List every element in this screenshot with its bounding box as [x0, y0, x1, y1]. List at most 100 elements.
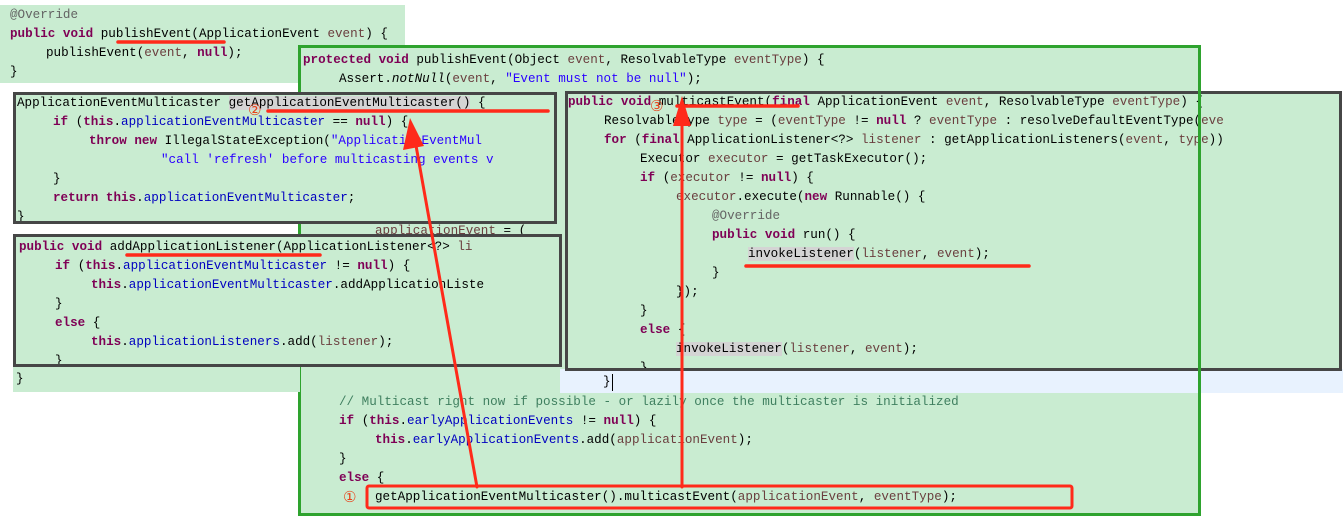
code-token: }: [19, 354, 63, 367]
code-token: applicationEventMulticaster: [128, 278, 333, 292]
code-token: publishEvent(Object: [416, 53, 568, 67]
code-token: executor: [670, 171, 731, 185]
step-marker-3: ③: [650, 97, 664, 115]
code-token: applicationEventMulticaster: [121, 115, 326, 129]
code-token: {: [92, 316, 101, 330]
code-line: if (this.applicationEventMulticaster != …: [19, 257, 410, 276]
code-line: // Multicast right now if possible - or …: [303, 393, 959, 412]
code-token: eventType: [777, 114, 846, 128]
code-token: Runnable() {: [834, 190, 926, 204]
code-token: eventType: [929, 114, 998, 128]
code-token: );: [941, 490, 957, 504]
code-line: public void run() {: [568, 226, 856, 245]
code-line: public void publishEvent(ApplicationEven…: [10, 25, 388, 44]
code-token: event: [864, 342, 903, 356]
code-token: {: [470, 96, 486, 110]
code-token: ,: [182, 46, 198, 60]
code-token: IllegalStateException(: [164, 134, 331, 148]
code-token: );: [227, 46, 243, 60]
code-token: else: [303, 471, 377, 485]
code-line: return this.applicationEventMulticaster;: [17, 189, 355, 208]
code-token: public void: [10, 27, 101, 41]
code-token: {: [376, 471, 385, 485]
code-token: publishEvent(: [10, 46, 145, 60]
code-token: {: [677, 323, 686, 337]
code-token: )): [1208, 133, 1224, 147]
code-token: ,: [858, 490, 874, 504]
code-token: else: [19, 316, 93, 330]
code-token: });: [568, 285, 699, 299]
code-token: this: [303, 433, 406, 447]
code-token: !=: [730, 171, 761, 185]
code-token: publishEvent(ApplicationEvent: [100, 27, 328, 41]
code-token: ApplicationEvent: [817, 95, 946, 109]
code-line: ResolvableType type = (eventType != null…: [568, 112, 1224, 131]
code-line: "call 'refresh' before multicasting even…: [17, 151, 494, 170]
code-token: event: [1125, 133, 1164, 147]
code-token: null: [876, 114, 907, 128]
code-snippet-add-application-listener: public void addApplicationListener(Appli…: [13, 234, 562, 367]
code-token: for: [568, 133, 635, 147]
code-line: }: [568, 359, 648, 371]
code-token: }: [568, 361, 648, 371]
code-line: @Override: [10, 6, 78, 25]
code-token: .: [399, 414, 408, 428]
code-line: @Override: [568, 207, 780, 226]
code-token: Assert.: [303, 72, 392, 86]
code-token: }: [10, 65, 18, 79]
code-line: Assert.notNull(event, "Event must not be…: [303, 70, 702, 89]
code-line: publishEvent(event, null);: [10, 44, 243, 63]
code-token: ) {: [365, 27, 388, 41]
code-line: this.applicationEventMulticaster.addAppl…: [19, 276, 484, 295]
code-token: eventType: [733, 53, 802, 67]
code-token: if: [19, 259, 78, 273]
editor-current-line: }: [560, 369, 1343, 393]
code-token: .add(: [279, 335, 318, 349]
code-line: });: [568, 283, 699, 302]
code-token: Executor: [568, 152, 709, 166]
code-token: applicationEventMulticaster: [143, 191, 348, 205]
code-token: }: [303, 452, 347, 466]
code-token: ==: [325, 115, 356, 129]
code-token: ) {: [791, 171, 814, 185]
code-token: getApplicationEventMulticaster().multica…: [303, 490, 738, 504]
code-token: type: [717, 114, 748, 128]
code-token: ;: [347, 191, 356, 205]
code-line: public void addApplicationListener(Appli…: [19, 238, 472, 257]
code-line: Executor executor = getTaskExecutor();: [568, 150, 927, 169]
code-token: this: [85, 259, 116, 273]
code-token: listener: [317, 335, 379, 349]
code-token: eventType: [1112, 95, 1181, 109]
code-line: }: [19, 295, 63, 314]
code-token: applicationEvent: [737, 490, 859, 504]
code-token: "ApplicationEventMul: [330, 134, 482, 148]
code-token: , ResolvableType: [605, 53, 734, 67]
code-token: return this: [17, 191, 137, 205]
code-token: ,: [1163, 133, 1179, 147]
code-line: if (this.applicationEventMulticaster == …: [17, 113, 408, 132]
code-token: this: [19, 278, 122, 292]
code-token: @Override: [568, 209, 781, 223]
code-token: }: [17, 210, 25, 224]
code-token: }: [17, 172, 61, 186]
code-token: .: [136, 191, 144, 205]
code-token: ApplicationListener<?>: [687, 133, 861, 147]
code-token: this: [19, 335, 122, 349]
code-token: run() {: [802, 228, 856, 242]
code-token: null: [760, 171, 792, 185]
code-token: .: [121, 335, 129, 349]
code-token: ) {: [801, 53, 825, 67]
code-token: throw new: [17, 134, 165, 148]
code-token: event: [945, 95, 984, 109]
code-token: // Multicast right now if possible - or …: [303, 395, 959, 409]
code-token: ) {: [633, 414, 657, 428]
code-line: invokeListener(listener, event);: [568, 340, 918, 359]
code-token: null: [355, 115, 386, 129]
code-token: event: [144, 46, 183, 60]
code-snippet-add-listener-tail: }: [13, 364, 300, 392]
code-line: protected void publishEvent(Object event…: [303, 51, 825, 70]
code-token: ResolvableType: [568, 114, 718, 128]
code-line: executor.execute(new Runnable() {: [568, 188, 925, 207]
code-token: .: [115, 259, 124, 273]
